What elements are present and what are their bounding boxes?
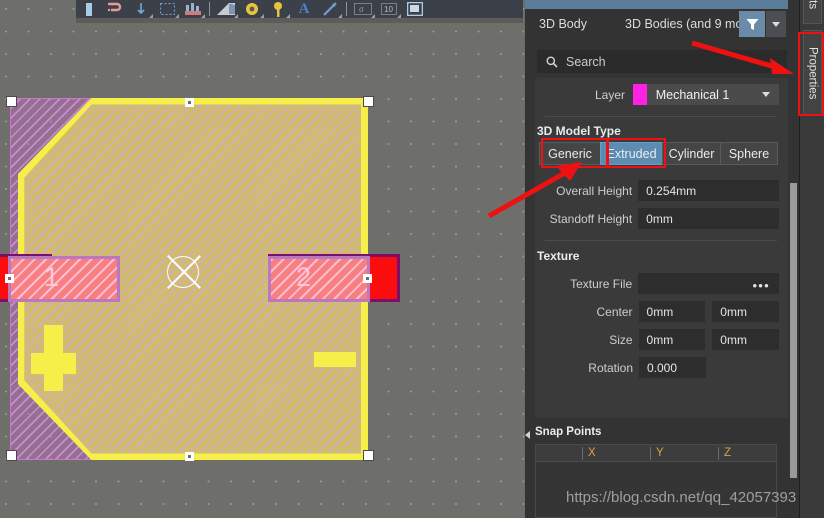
standoff-height-input[interactable]: 0mm [638,208,779,229]
silkscreen-minus-icon [314,352,356,367]
selection-handle-mid-top[interactable] [185,98,194,107]
svg-text:10: 10 [384,5,393,14]
texture-center-row: Center 0mm 0mm [535,301,780,322]
snap-points-table[interactable]: X Y Z [535,444,777,518]
texture-file-input[interactable]: ••• [638,273,779,294]
snap-points-table-header: X Y Z [536,445,776,462]
texture-file-row: Texture File ••• [535,273,779,294]
layer-label: Layer [594,87,626,102]
section-title-model-type: 3D Model Type [537,124,621,138]
texture-size-label: Size [609,332,633,347]
annotation-box-extruded [606,138,666,168]
overall-height-input[interactable]: 0.254mm [638,180,779,201]
texture-file-label: Texture File [570,276,633,291]
place-board-cutout-icon[interactable] [402,0,428,18]
selection-handle[interactable] [6,96,17,107]
selection-handle[interactable] [6,450,17,461]
dock-tab-components[interactable]: nents [803,0,822,24]
column-header-y[interactable]: Y [650,447,664,460]
place-coordinate-icon[interactable]: 10 [376,0,402,18]
layer-row: Layer Mechanical 1 [535,84,779,105]
svg-text:σ: σ [359,5,364,14]
pad-1[interactable] [8,256,120,302]
selection-handle[interactable] [363,96,374,107]
section-title-texture: Texture [537,249,580,263]
annotation-box-properties-tab [798,32,824,116]
panel-titlebar [525,0,799,9]
place-polygon-icon[interactable] [180,0,206,18]
divider [545,240,777,241]
texture-size-row: Size 0mm 0mm [535,329,780,350]
panel-scroll-body: Layer Mechanical 1 3D Model Type Generic… [535,78,789,418]
texture-center-x-input[interactable]: 0mm [638,301,706,322]
panel-header: 3D Body 3D Bodies (and 9 more) [525,9,799,44]
screen-root: 1 2 A σ 10 3D Body 3D Bodies (and 9 more… [0,0,824,518]
texture-size-x-input[interactable]: 0mm [638,329,706,350]
texture-center-label: Center [596,304,633,319]
watermark-text: https://blog.csdn.net/qq_42057393 [566,489,797,506]
column-header-x[interactable]: X [582,447,596,460]
place-string-icon[interactable]: A [291,0,317,18]
place-pad-icon[interactable] [76,0,102,18]
place-line-icon[interactable] [317,0,343,18]
place-fill-icon[interactable] [154,0,180,18]
texture-size-y-input[interactable]: 0mm [712,329,780,350]
pad-2[interactable] [268,256,370,302]
texture-rotation-row: Rotation 0.000 [535,357,779,378]
place-via-icon[interactable] [102,0,128,18]
layer-value: Mechanical 1 [655,87,730,102]
place-dimension-icon[interactable]: σ [350,0,376,18]
search-icon [546,56,558,68]
section-title-snap-points: Snap Points [535,426,602,438]
funnel-icon[interactable] [739,11,765,37]
divider [545,116,777,117]
search-placeholder: Search [566,54,606,69]
selection-handle-mid-bottom[interactable] [185,452,194,461]
model-type-sphere-button[interactable]: Sphere [720,142,778,165]
column-header-z[interactable]: Z [718,447,731,460]
texture-rotation-input[interactable]: 0.000 [639,357,706,378]
pad-1-handle[interactable] [5,274,14,283]
placement-toolbar[interactable]: A σ 10 [76,0,523,18]
place-region-icon[interactable] [213,0,239,18]
place-keepout-icon[interactable] [265,0,291,18]
origin-crosshair-icon [163,252,203,292]
toolbar-separator [209,2,210,16]
place-arc-icon[interactable] [128,0,154,18]
texture-rotation-label: Rotation [588,360,633,375]
chevron-down-icon[interactable] [766,11,786,37]
collapse-triangle-icon[interactable] [525,431,530,439]
panel-title: 3D Body [539,17,587,31]
pcb-canvas[interactable]: 1 2 [0,0,524,518]
silkscreen-plus-icon-bar [31,353,76,374]
toolbar-separator [346,2,347,16]
pad-2-handle[interactable] [363,274,372,283]
toolbar-shadow [76,18,523,23]
chevron-down-icon [762,92,770,97]
panel-object-count: 3D Bodies (and 9 more) [625,17,758,31]
place-component-body-icon[interactable] [239,0,265,18]
texture-file-browse-button[interactable]: ••• [752,278,770,293]
annotation-arrow-properties [691,40,794,74]
panel-scrollbar-thumb[interactable] [790,183,797,478]
dock-tab-components-label: nents [807,0,819,9]
layer-select[interactable]: Mechanical 1 [646,84,779,105]
annotation-arrow-model-type [487,162,582,219]
selection-handle[interactable] [363,450,374,461]
pad-1-label: 1 [44,262,60,292]
pad-2-label: 2 [296,262,312,292]
layer-color-swatch[interactable] [633,84,647,105]
model-type-cylinder-button[interactable]: Cylinder [662,142,721,165]
texture-center-y-input[interactable]: 0mm [712,301,780,322]
